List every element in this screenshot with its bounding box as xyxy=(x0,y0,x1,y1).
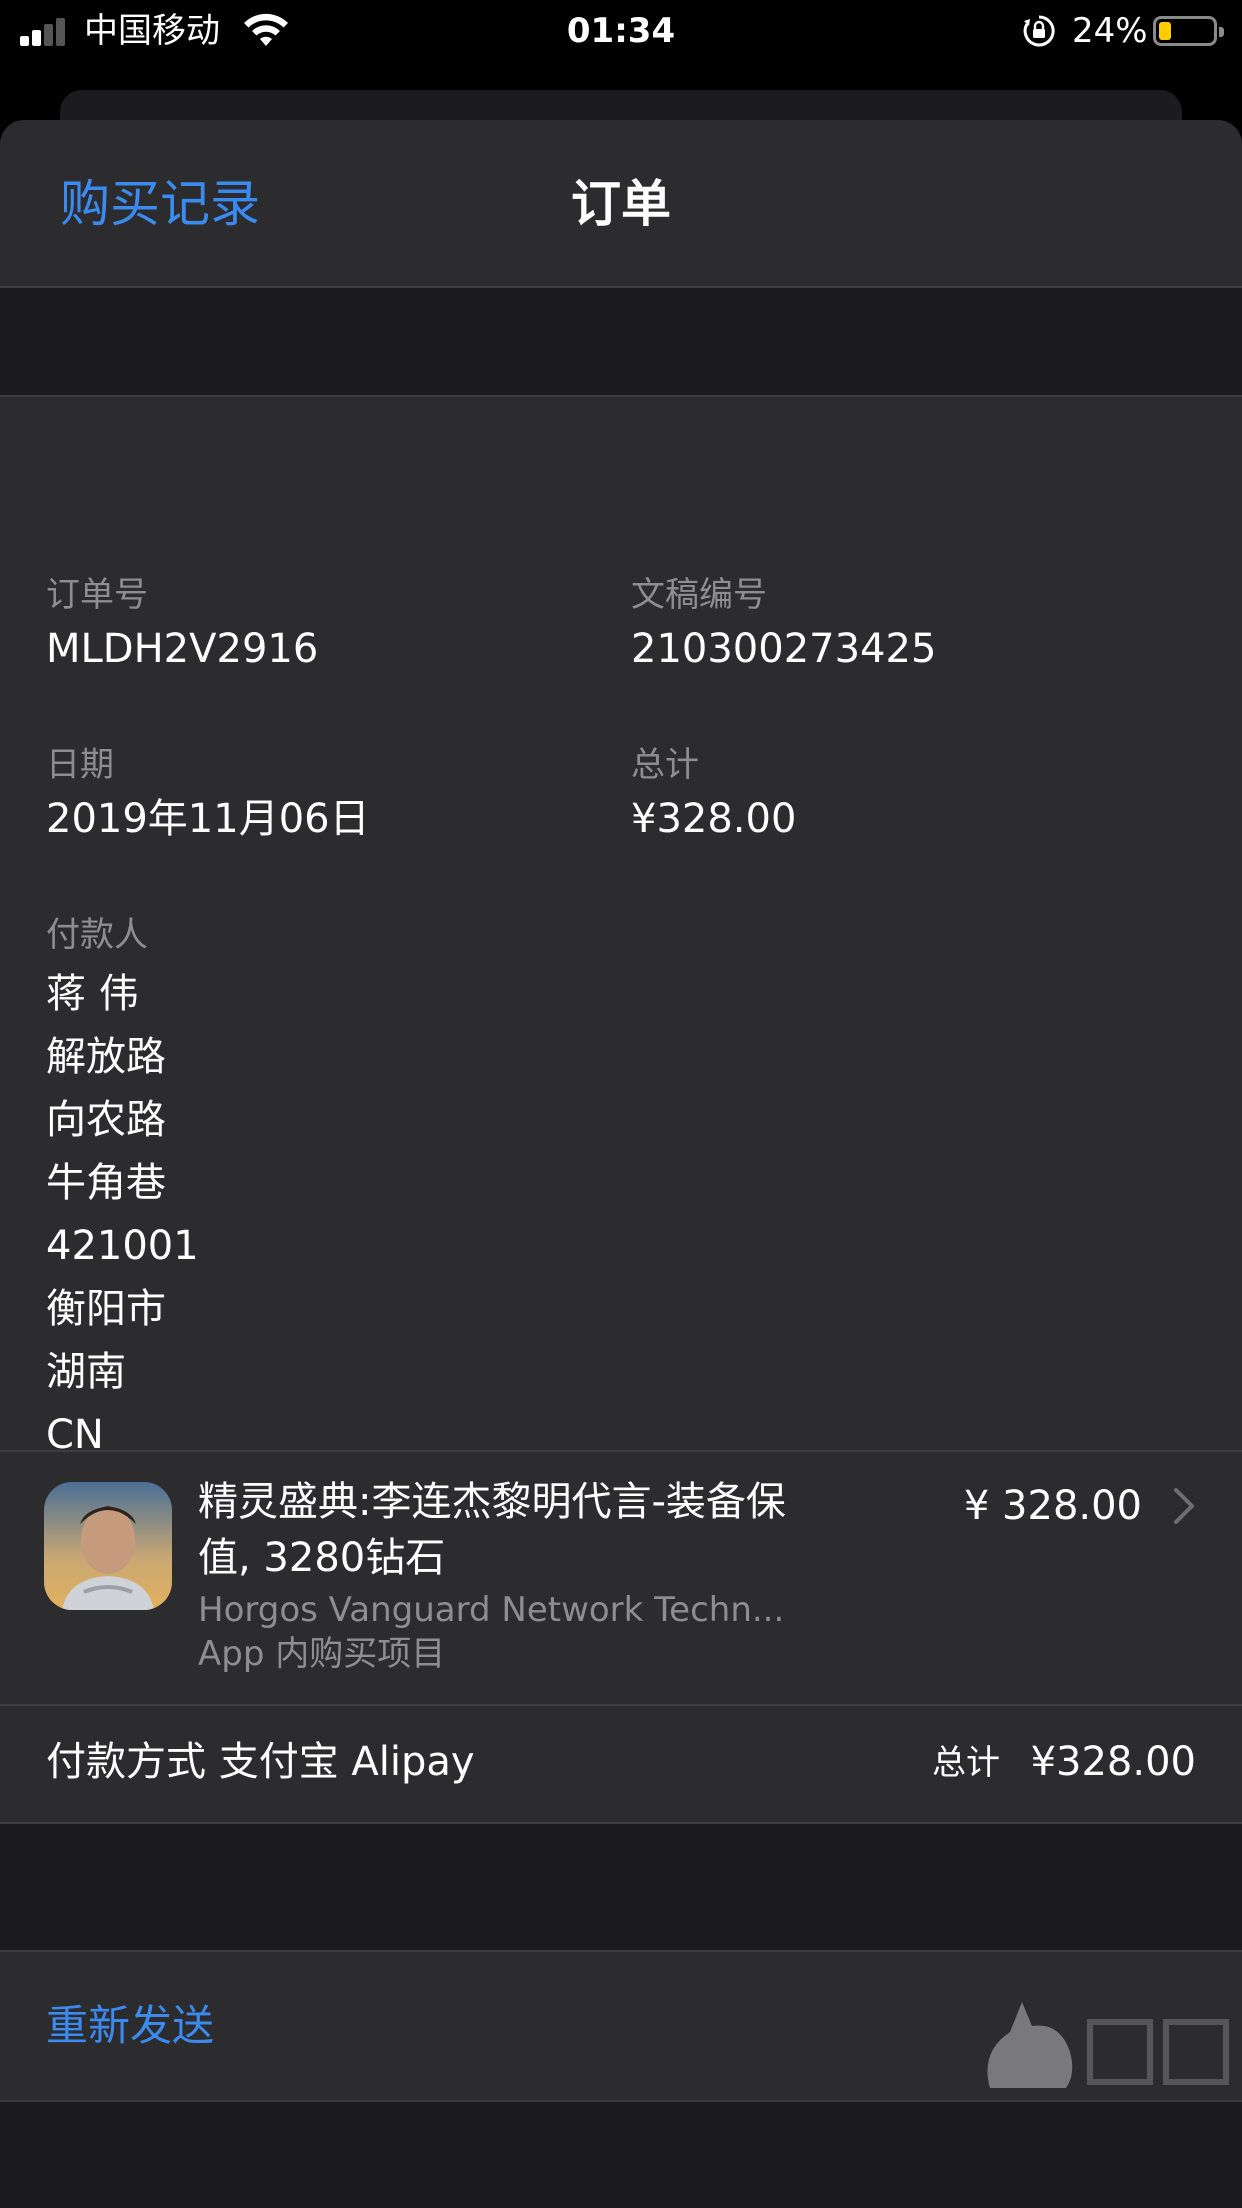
order-sheet: 购买记录 订单 订单号 MLDH2V2916 文稿编号 210300273425… xyxy=(0,120,1242,2208)
payer-field: 付款人 蒋 伟 解放路 向农路 牛角巷 421001 衡阳市 湖南 CN xyxy=(46,913,199,1467)
app-icon xyxy=(44,1482,172,1610)
total-label: 总计 xyxy=(631,745,699,785)
document-number-field: 文稿编号 210300273425 xyxy=(631,573,936,677)
province: 湖南 xyxy=(46,1349,126,1395)
chevron-right-icon xyxy=(1174,1488,1194,1524)
cat-logo-watermark xyxy=(987,2002,1229,2088)
battery-percent: 24% xyxy=(1072,11,1148,51)
city: 衡阳市 xyxy=(46,1286,166,1332)
order-number-field: 订单号 MLDH2V2916 xyxy=(46,573,318,677)
rotation-lock-icon xyxy=(1023,15,1055,47)
payment-total-value: ¥328.00 xyxy=(1030,1739,1196,1785)
section-separator xyxy=(0,288,1242,397)
document-number-value: 210300273425 xyxy=(631,626,937,672)
order-number-value: MLDH2V2916 xyxy=(46,626,319,672)
total-field: 总计 ¥328.00 xyxy=(631,743,796,847)
document-number-label: 文稿编号 xyxy=(631,575,767,615)
item-name: 精灵盛典:李连杰黎明代言-装备保值, 3280钻石 xyxy=(198,1479,786,1581)
payment-method: 付款方式 支付宝 Alipay xyxy=(46,1739,475,1785)
payer-address: 蒋 伟 解放路 向农路 牛角巷 421001 衡阳市 湖南 CN xyxy=(46,963,199,1467)
item-price: ¥ 328.00 xyxy=(963,1483,1142,1529)
date-label: 日期 xyxy=(46,745,114,785)
date-value: 2019年11月06日 xyxy=(46,796,370,842)
section-separator xyxy=(0,1824,1242,1952)
total-value: ¥328.00 xyxy=(631,796,797,842)
postal-code: 421001 xyxy=(46,1223,199,1269)
item-developer: Horgos Vanguard Network Techn... xyxy=(198,1590,785,1630)
status-bar: 中国移动 01:34 24% xyxy=(0,0,1242,62)
screen: 中国移动 01:34 24% 购买记录 订单 订单号 MLDH2V2916 文稿… xyxy=(0,0,1242,2208)
address-line: 牛角巷 xyxy=(46,1160,166,1206)
navigation-bar: 购买记录 订单 xyxy=(0,120,1242,288)
battery-icon xyxy=(1153,16,1224,46)
battery-fill xyxy=(1159,22,1171,40)
date-field: 日期 2019年11月06日 xyxy=(46,743,370,847)
bottom-area xyxy=(0,2102,1242,2208)
payer-name: 蒋 伟 xyxy=(46,971,139,1017)
item-type: App 内购买项目 xyxy=(198,1634,446,1674)
order-number-label: 订单号 xyxy=(46,575,148,615)
purchase-item-row[interactable]: 精灵盛典:李连杰黎明代言-装备保值, 3280钻石 Horgos Vanguar… xyxy=(0,1450,1242,1706)
payment-row: 付款方式 支付宝 Alipay 总计 ¥328.00 xyxy=(0,1706,1242,1824)
order-info-section: 订单号 MLDH2V2916 文稿编号 210300273425 日期 2019… xyxy=(0,397,1242,1458)
page-title: 订单 xyxy=(571,175,671,233)
resend-button[interactable]: 重新发送 xyxy=(46,1996,214,2056)
payer-label: 付款人 xyxy=(46,915,148,955)
payment-total-label: 总计 xyxy=(932,1743,1000,1783)
address-line: 向农路 xyxy=(46,1097,166,1143)
address-line: 解放路 xyxy=(46,1034,166,1080)
